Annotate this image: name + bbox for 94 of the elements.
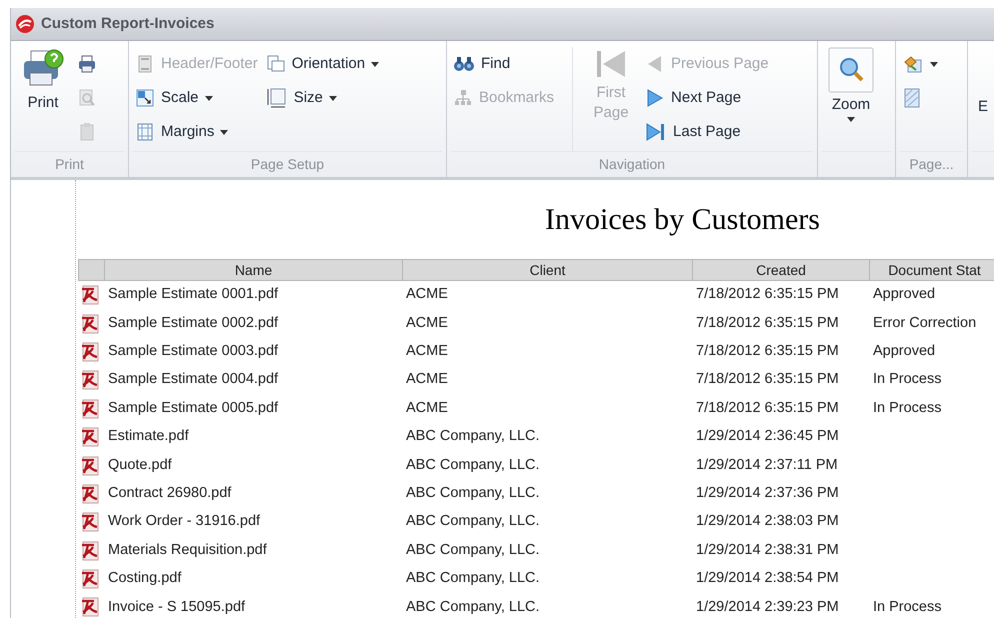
pdf-file-icon xyxy=(80,342,100,362)
pdf-file-icon xyxy=(80,285,100,306)
table-cell: Sample Estimate 0002.pdf xyxy=(108,314,278,331)
table-cell: ABC Company, LLC. xyxy=(406,456,540,473)
table-cell: ABC Company, LLC. xyxy=(406,485,540,502)
table-cell: Work Order - 31916.pdf xyxy=(108,513,260,530)
watermark-icon xyxy=(902,87,922,109)
pdf-file-icon xyxy=(80,427,100,448)
table-cell: 1/29/2014 2:38:03 PM xyxy=(696,513,839,530)
group-label: Navigation xyxy=(598,155,666,174)
table-cell: 1/29/2014 2:38:54 PM xyxy=(696,570,839,586)
table-cell: In Process xyxy=(873,598,942,615)
table-cell: Sample Estimate 0001.pdf xyxy=(108,286,278,302)
caret-icon xyxy=(204,96,213,100)
table-cell: ACME xyxy=(406,286,448,302)
caret-icon xyxy=(930,62,938,66)
size-button[interactable]: Size xyxy=(266,83,380,113)
group-label: Page Setup xyxy=(250,155,324,174)
table-cell: ABC Company, LLC. xyxy=(406,570,540,586)
caret-icon xyxy=(220,130,228,134)
table-cell: Sample Estimate 0003.pdf xyxy=(108,343,278,360)
table-cell: 7/18/2012 6:35:15 PM xyxy=(696,400,839,416)
pdf-file-icon xyxy=(80,314,100,334)
pdf-file-icon xyxy=(80,398,100,419)
caret-icon xyxy=(371,62,380,66)
pdf-file-icon xyxy=(80,484,100,504)
pdf-file-icon xyxy=(80,370,100,390)
table-cell: ACME xyxy=(406,314,448,331)
right-triangle-icon xyxy=(645,88,666,108)
table-cell: Sample Estimate 0005.pdf xyxy=(108,400,278,416)
margins-icon xyxy=(135,122,155,142)
search-icon xyxy=(828,47,874,93)
table-cell: Estimate.pdf xyxy=(108,428,189,444)
table-cell: Invoice - S 15095.pdf xyxy=(108,598,246,615)
table-cell: Approved xyxy=(873,343,936,360)
table-cell: 1/29/2014 2:37:11 PM xyxy=(696,456,838,473)
find-button[interactable]: Find xyxy=(453,49,554,79)
pdf-file-icon xyxy=(80,456,100,476)
table-cell: ABC Company, LLC. xyxy=(406,542,540,558)
printer-icon xyxy=(77,54,97,74)
group-label: Page... xyxy=(909,155,954,174)
last-page-button[interactable]: Last Page xyxy=(645,117,769,147)
table-cell: 7/18/2012 6:35:15 PM xyxy=(696,314,839,331)
group-label: Print xyxy=(55,155,84,174)
column-header[interactable]: Client xyxy=(403,259,693,281)
table-cell: ACME xyxy=(406,371,448,388)
page-magnifier-icon xyxy=(77,88,97,108)
table-cell: Approved xyxy=(873,286,936,302)
caret-icon xyxy=(847,117,855,122)
table-cell: Error Correction xyxy=(873,314,976,331)
table-cell: 7/18/2012 6:35:15 PM xyxy=(696,371,839,388)
caret-icon xyxy=(328,96,337,100)
table-cell: Materials Requisition.pdf xyxy=(108,542,267,558)
table-cell: ABC Company, LLC. xyxy=(406,428,540,444)
column-header[interactable]: Name xyxy=(105,259,403,281)
table-cell: ACME xyxy=(406,343,448,360)
table-cell: ACME xyxy=(406,400,448,416)
export-button[interactable]: E xyxy=(974,97,992,117)
binoculars-icon xyxy=(453,55,475,73)
table-cell: 1/29/2014 2:37:36 PM xyxy=(696,485,839,502)
margins-button[interactable]: Margins xyxy=(135,117,258,147)
table-cell: Quote.pdf xyxy=(108,456,172,473)
column-header[interactable]: Document Stat xyxy=(870,259,994,281)
table-cell: 7/18/2012 6:35:15 PM xyxy=(696,343,839,360)
orientation-icon xyxy=(266,54,286,74)
table-cell: ABC Company, LLC. xyxy=(406,598,540,615)
table-cell: 1/29/2014 2:36:45 PM xyxy=(696,428,839,444)
header-corner xyxy=(78,259,105,281)
table-cell: Costing.pdf xyxy=(108,570,182,586)
table-cell: 1/29/2014 2:39:23 PM xyxy=(696,598,839,615)
table-cell: 1/29/2014 2:38:31 PM xyxy=(696,542,839,558)
paint-bucket-icon xyxy=(902,54,924,74)
report-title: Invoices by Customers xyxy=(545,202,820,238)
pdf-file-icon xyxy=(80,512,100,532)
window-title: Custom Report-Invoices xyxy=(41,14,214,34)
app-logo-icon xyxy=(15,14,35,34)
next-page-button[interactable]: Next Page xyxy=(645,83,769,113)
tree-icon xyxy=(453,88,473,108)
pdf-file-icon xyxy=(80,569,100,590)
pdf-file-icon xyxy=(80,597,100,618)
table-cell: 7/18/2012 6:35:15 PM xyxy=(696,286,839,302)
zoom-button[interactable]: Zoom xyxy=(824,47,878,122)
scale-button[interactable]: Scale xyxy=(135,83,258,113)
table-cell: In Process xyxy=(873,400,942,416)
table-cell: In Process xyxy=(873,371,942,388)
scale-icon xyxy=(135,88,155,108)
orientation-button[interactable]: Orientation xyxy=(266,49,380,79)
column-header[interactable]: Created xyxy=(693,259,870,281)
table-cell: ABC Company, LLC. xyxy=(406,513,540,530)
table-cell: Sample Estimate 0004.pdf xyxy=(108,371,278,388)
table-cell: Contract 26980.pdf xyxy=(108,485,232,502)
page-size-icon xyxy=(266,87,288,109)
pdf-file-icon xyxy=(80,540,100,561)
print-button[interactable]: Print xyxy=(17,47,69,113)
